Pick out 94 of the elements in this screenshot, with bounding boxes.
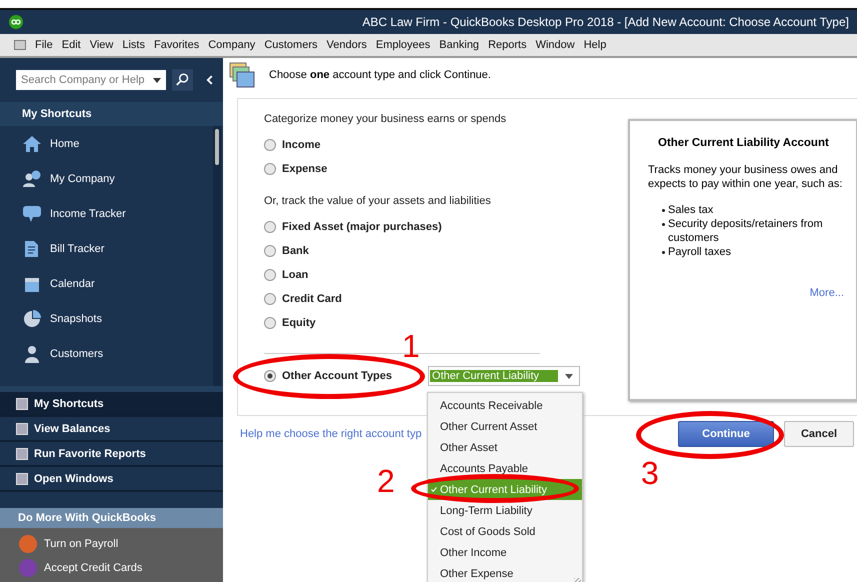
bullet-icon <box>662 209 665 212</box>
dropdown-option[interactable]: Cost of Goods Sold <box>428 521 582 542</box>
chat-icon <box>22 204 42 222</box>
menu-item[interactable]: File <box>35 39 53 51</box>
menu-item[interactable]: View <box>90 39 114 51</box>
dropdown-option[interactable]: Other Expense <box>428 563 582 582</box>
shortcut-item[interactable]: Income Tracker <box>0 196 223 231</box>
bullet-item: Sales tax <box>668 203 714 217</box>
checkmark-icon <box>431 487 437 492</box>
shortcut-label: Snapshots <box>50 312 102 324</box>
radio-option[interactable]: Expense <box>264 157 604 181</box>
info-text: Tracks money your business owes and expects to pay within one year, such as: <box>648 163 844 191</box>
radio-button[interactable] <box>264 293 276 305</box>
shortcut-label: Customers <box>50 348 104 360</box>
logo-icon <box>9 15 23 29</box>
promo-link[interactable]: Accept Credit Cards <box>0 556 223 580</box>
shortcut-item[interactable]: Home <box>0 126 223 161</box>
group-heading: Or, track the value of your assets and liabilities <box>264 195 492 207</box>
person-icon <box>22 170 42 188</box>
dropdown-option[interactable]: Other Current Asset <box>428 416 582 437</box>
step-number: 2 <box>377 465 395 497</box>
shortcut-label: Bill Tracker <box>50 242 104 254</box>
account-list-icon <box>229 62 255 88</box>
shortcut-item[interactable]: Bill Tracker <box>0 231 223 266</box>
promo-link[interactable]: Turn on Payroll <box>0 532 223 556</box>
shortcut-item[interactable]: My Company <box>0 161 223 196</box>
radio-button[interactable] <box>264 317 276 329</box>
menu-item[interactable]: Customers <box>264 39 318 51</box>
dropdown-option[interactable]: Long-Term Liability <box>428 500 582 521</box>
radio-button[interactable] <box>264 163 276 175</box>
section-header: My Shortcuts <box>0 102 223 126</box>
bullet-icon <box>662 251 665 254</box>
menu-item[interactable]: Employees <box>376 39 430 51</box>
menu-item[interactable]: Window <box>536 39 575 51</box>
panel-icon <box>16 422 28 434</box>
continue-button[interactable]: Continue <box>678 421 774 447</box>
instruction-text: Choose one account type and click Continue. <box>269 69 491 81</box>
menu-item[interactable]: Banking <box>439 39 480 51</box>
radio-button[interactable] <box>264 269 276 281</box>
shortcut-item[interactable]: Snapshots <box>0 301 223 336</box>
radio-option[interactable]: Bank <box>264 239 604 263</box>
radio-option[interactable]: Fixed Asset (major purchases) <box>264 215 604 239</box>
sidebar-tab[interactable]: View Balances <box>0 417 223 442</box>
collapse-icon[interactable] <box>205 74 215 86</box>
bullet-icon <box>662 223 665 226</box>
person-icon <box>22 344 42 362</box>
help-link[interactable]: Help me choose the right account typ <box>240 428 422 440</box>
dropdown-option[interactable]: Accounts Payable <box>428 458 582 479</box>
pie-icon <box>22 310 42 328</box>
panel-icon <box>16 472 28 484</box>
shortcut-item[interactable]: Calendar <box>0 266 223 301</box>
radio-option[interactable]: Credit Card <box>264 287 604 311</box>
more-link[interactable]: More... <box>810 287 844 299</box>
radio-button[interactable] <box>264 221 276 233</box>
sidebar-tab[interactable]: Run Favorite Reports <box>0 442 223 467</box>
sidebar-tab[interactable]: My Shortcuts <box>0 392 223 417</box>
section-header: Do More With QuickBooks <box>0 508 223 528</box>
radio-option[interactable]: Loan <box>264 263 604 287</box>
house-icon <box>22 134 42 152</box>
system-menu-icon[interactable] <box>14 40 26 50</box>
menu-item[interactable]: Vendors <box>326 39 367 51</box>
radio-button[interactable] <box>264 139 276 151</box>
dropdown-option[interactable]: Accounts Receivable <box>428 395 582 416</box>
menu-item[interactable]: Favorites <box>154 39 200 51</box>
radio-button[interactable] <box>264 245 276 257</box>
step-number: 3 <box>641 457 659 489</box>
menu-item[interactable]: Lists <box>122 39 145 51</box>
search-field[interactable]: Search Company or Help <box>16 70 166 90</box>
menu-item[interactable]: Help <box>584 39 606 51</box>
cancel-button[interactable]: Cancel <box>784 421 854 447</box>
panel-icon <box>16 398 28 410</box>
dropdown-arrow-icon[interactable] <box>153 78 161 82</box>
window-title: ABC Law Firm - QuickBooks Desktop Pro 2018 - [Add New Account: Choose Account Type] <box>362 15 849 29</box>
dropdown-arrow-icon[interactable] <box>565 374 574 378</box>
menu-item[interactable]: Edit <box>62 39 81 51</box>
panel-icon <box>16 448 28 460</box>
radio-button[interactable] <box>264 370 276 382</box>
group-heading: Categorize money your business earns or spends <box>264 113 508 125</box>
bullet-item: Payroll taxes <box>668 245 731 259</box>
radio-option[interactable]: Income <box>264 133 604 157</box>
dropdown-option[interactable]: Other Income <box>428 542 582 563</box>
menu-item[interactable]: Reports <box>488 39 527 51</box>
shortcut-label: Home <box>50 138 80 150</box>
menu-item[interactable]: Company <box>208 39 256 51</box>
shortcut-label: Income Tracker <box>50 208 126 220</box>
dropdown-option[interactable]: Other Asset <box>428 437 582 458</box>
shortcut-label: Calendar <box>50 278 95 290</box>
shortcut-label: My Company <box>50 172 115 184</box>
search-icon[interactable] <box>172 69 194 91</box>
radio-option[interactable]: Other Account Types <box>264 364 392 388</box>
bullet-item: Security deposits/retainers from customers <box>668 217 824 245</box>
sidebar-tab[interactable]: Open Windows <box>0 467 223 492</box>
info-title: Other Current Liability Account <box>658 137 829 149</box>
shortcut-item[interactable]: Customers <box>0 336 223 371</box>
